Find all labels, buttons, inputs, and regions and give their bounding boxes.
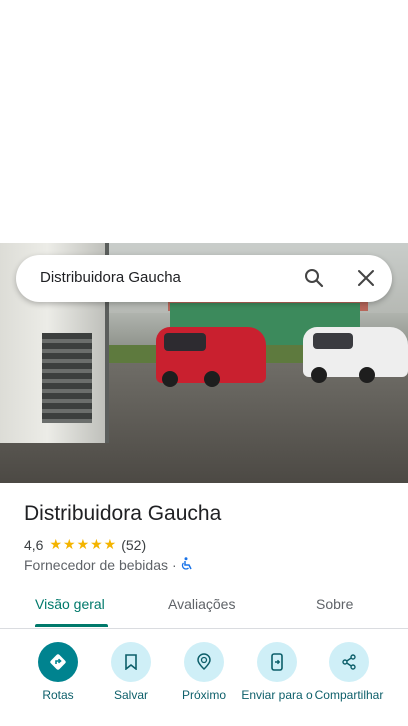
- share-icon[interactable]: [329, 642, 369, 682]
- send-to-phone-label: Enviar para o: [241, 688, 313, 702]
- search-icon[interactable]: [304, 268, 324, 288]
- nearby-label: Próximo: [181, 688, 226, 702]
- send-to-phone-icon[interactable]: [257, 642, 297, 682]
- bookmark-icon[interactable]: [111, 642, 151, 682]
- share-label: Compartilhar: [314, 688, 384, 702]
- close-icon[interactable]: [356, 268, 376, 288]
- tab-indicator: [35, 624, 108, 627]
- tab-overview[interactable]: Visão geral: [35, 596, 105, 612]
- category-separator: ·: [172, 557, 177, 573]
- review-count: (52): [121, 536, 147, 553]
- directions-button[interactable]: Rotas: [22, 642, 94, 702]
- rating-value: 4,6: [24, 536, 44, 553]
- place-title: Distribuidora Gaucha: [24, 502, 222, 525]
- tab-reviews[interactable]: Avaliações: [168, 596, 235, 612]
- send-to-phone-button[interactable]: Enviar para o: [241, 642, 313, 702]
- share-button[interactable]: Compartilhar: [313, 642, 385, 702]
- photo-red-car: [156, 327, 266, 387]
- tab-bar: Visão geral Avaliações Sobre: [0, 588, 408, 629]
- save-button[interactable]: Salvar: [95, 642, 167, 702]
- photo-white-car: [303, 327, 408, 383]
- place-category: Fornecedor de bebidas: [24, 557, 168, 573]
- search-bar[interactable]: Distribuidora Gaucha: [16, 255, 392, 302]
- category-row: Fornecedor de bebidas ·: [24, 557, 193, 573]
- nearby-icon[interactable]: [184, 642, 224, 682]
- wheelchair-icon: [181, 557, 193, 573]
- rating-stars: ★★★★★: [49, 536, 118, 552]
- tab-about[interactable]: Sobre: [316, 596, 353, 612]
- rating-row[interactable]: 4,6 ★★★★★ (52): [24, 536, 146, 553]
- save-label: Salvar: [113, 688, 148, 702]
- directions-label: Rotas: [42, 688, 74, 702]
- directions-icon[interactable]: [38, 642, 78, 682]
- search-input[interactable]: Distribuidora Gaucha: [40, 269, 181, 286]
- nearby-button[interactable]: Próximo: [168, 642, 240, 702]
